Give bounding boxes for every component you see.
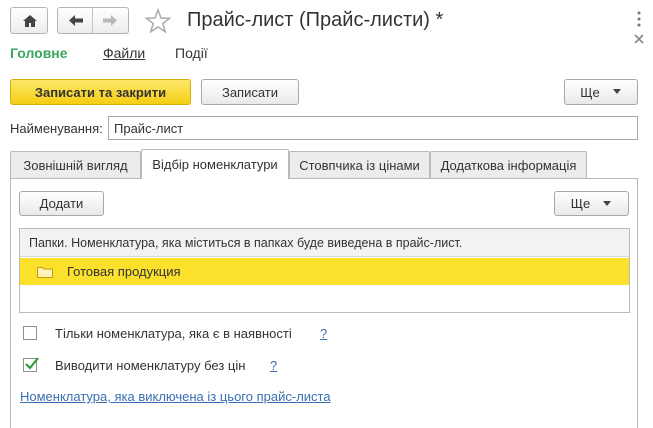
home-icon [23, 15, 37, 27]
close-icon[interactable] [631, 31, 647, 47]
forward-button[interactable] [93, 8, 128, 33]
folder-icon [37, 266, 53, 278]
tab-nomenclature-selection[interactable]: Відбір номенклатури [141, 149, 289, 179]
home-button[interactable] [10, 7, 48, 34]
checkmark-icon [25, 357, 39, 370]
excluded-nomenclature-link[interactable]: Номенклатура, яка виключена із цього пра… [20, 389, 331, 404]
more-button[interactable]: Ще [564, 79, 638, 105]
tab-appearance[interactable]: Зовнішній вигляд [10, 151, 141, 178]
history-navigation [57, 7, 129, 34]
triangle-down-icon [612, 89, 621, 94]
only-available-checkbox[interactable] [23, 326, 37, 340]
vertical-ellipsis-icon[interactable] [631, 8, 647, 30]
menu-events[interactable]: Події [175, 45, 208, 61]
tab-additional-info[interactable]: Додаткова інформація [430, 151, 587, 178]
star-icon[interactable] [144, 7, 172, 35]
add-button[interactable]: Додати [19, 191, 104, 216]
menu-files[interactable]: Файли [103, 45, 145, 61]
panel-more-button[interactable]: Ще [554, 191, 629, 216]
no-prices-label: Виводити номенклатуру без цін [55, 358, 246, 373]
more-button-label: Ще [580, 84, 600, 100]
table-row[interactable]: Готовая продукция [20, 258, 629, 285]
no-prices-help-link[interactable]: ? [270, 358, 277, 373]
table-header: Папки. Номенклатура, яка міститься в пап… [20, 229, 629, 257]
save-button[interactable]: Записати [201, 79, 299, 105]
menu-main[interactable]: Головне [10, 45, 68, 61]
arrow-right-icon [103, 15, 117, 26]
triangle-down-icon [603, 200, 612, 206]
name-input[interactable]: Прайс-лист [108, 116, 638, 140]
tab-panel: Додати Ще Папки. Номенклатура, яка місти… [10, 178, 638, 428]
table-header-label: Папки. Номенклатура, яка міститься в пап… [29, 235, 463, 250]
arrow-left-icon [69, 15, 83, 26]
back-button[interactable] [58, 8, 93, 33]
page-title: Прайс-лист (Прайс-листи) * [187, 9, 444, 31]
tab-price-columns[interactable]: Стовпчика із цінами [289, 151, 430, 178]
only-available-label: Тільки номенклатура, яка є в наявності [55, 326, 292, 341]
name-label: Найменування: [10, 121, 103, 136]
panel-more-label: Ще [570, 196, 591, 211]
row-label: Готовая продукция [67, 264, 181, 279]
folders-table: Папки. Номенклатура, яка міститься в пап… [19, 228, 630, 313]
save-and-close-button[interactable]: Записати та закрити [10, 79, 191, 105]
no-prices-checkbox[interactable] [23, 357, 39, 372]
only-available-help-link[interactable]: ? [320, 326, 327, 341]
